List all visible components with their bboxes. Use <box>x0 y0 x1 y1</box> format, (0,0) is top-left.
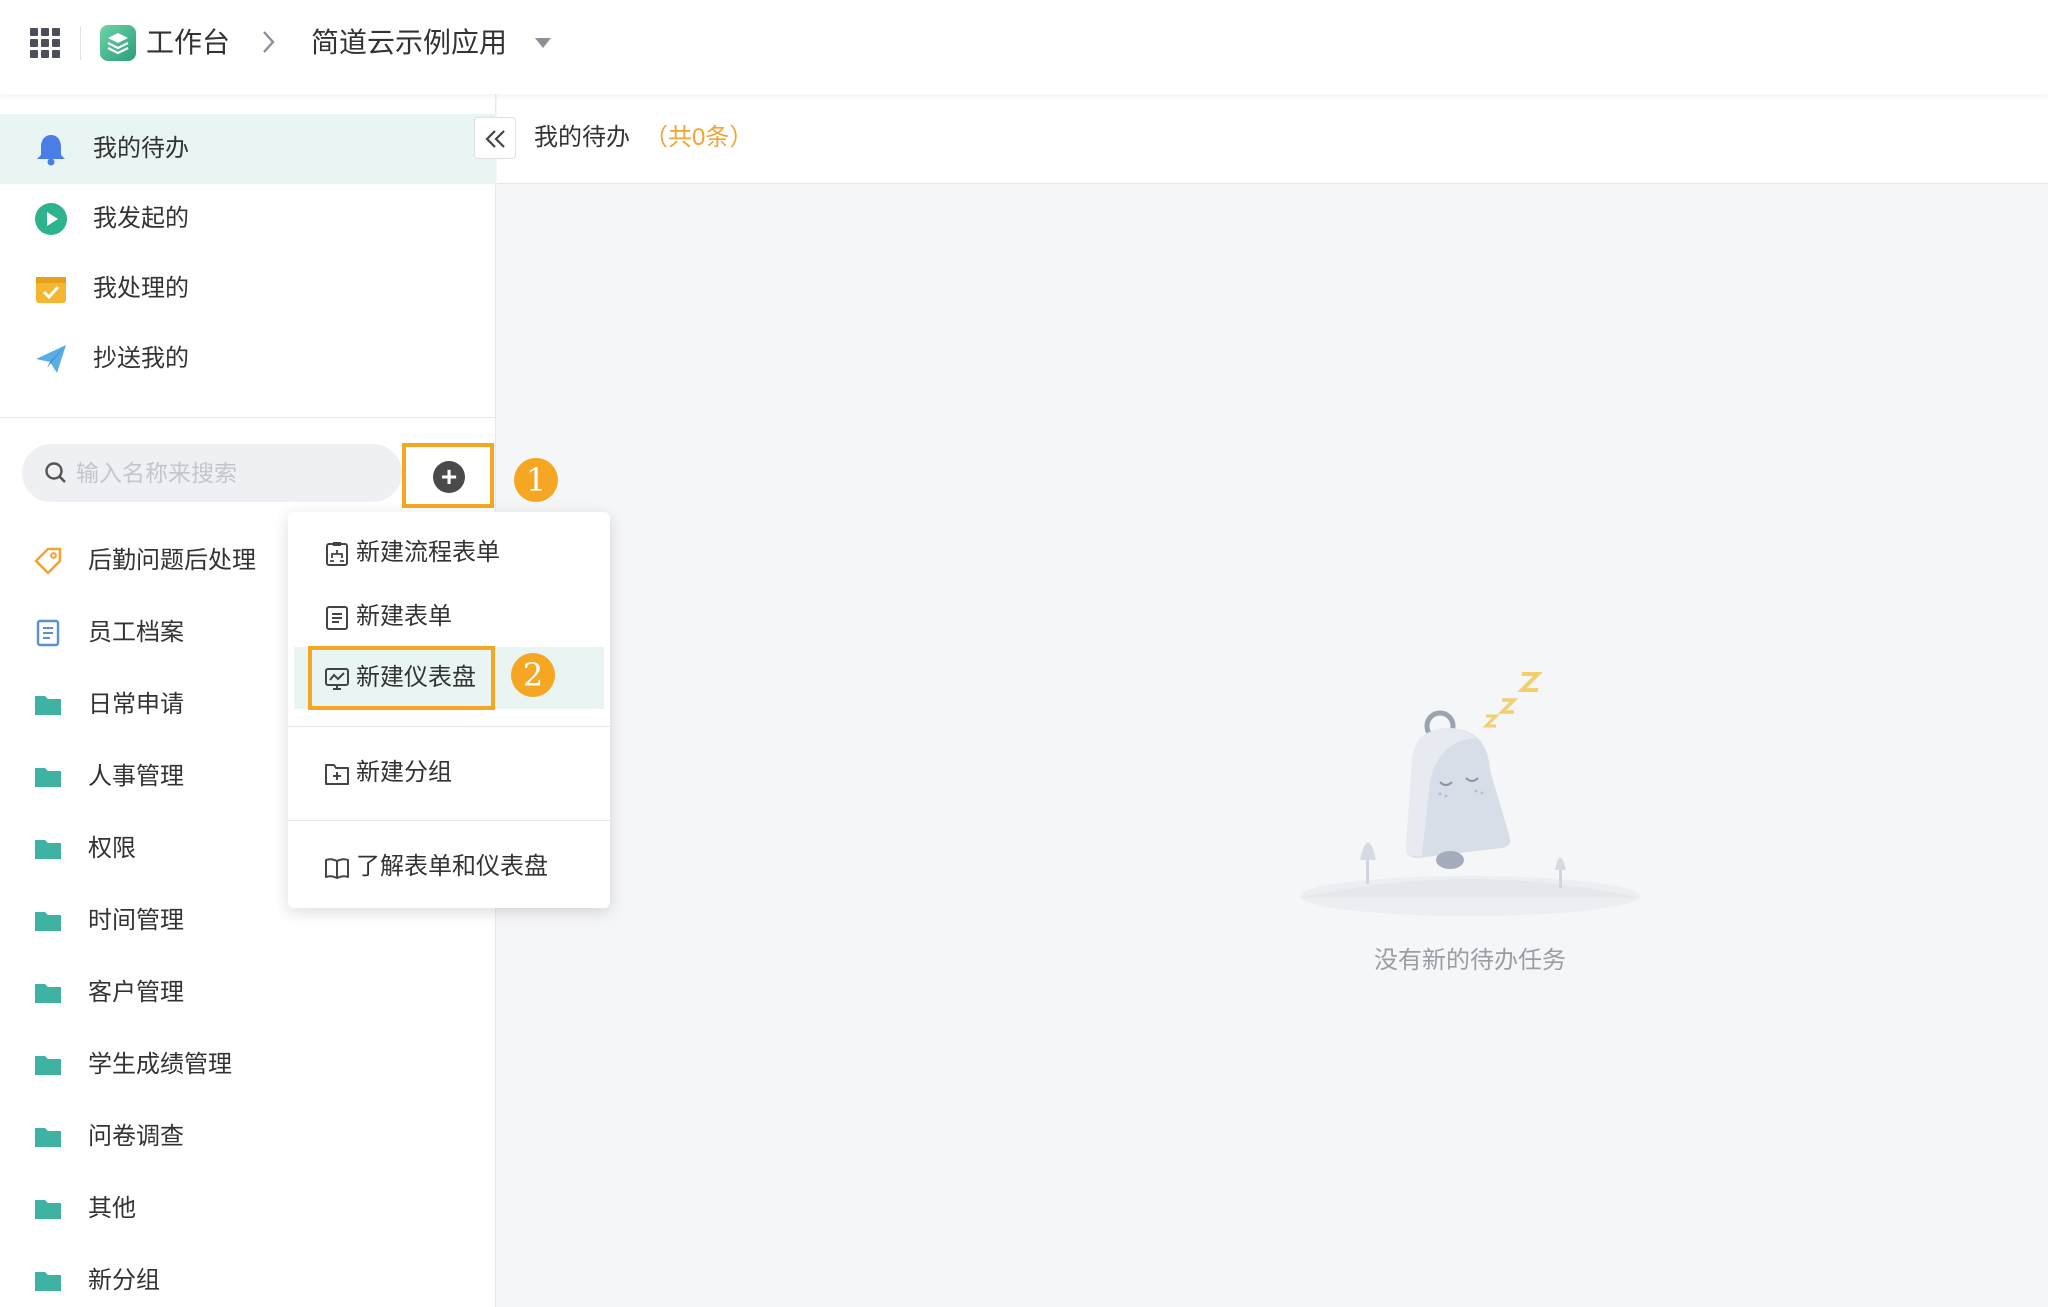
sidebar-item-label: 客户管理 <box>88 979 184 1006</box>
sidebar-item-label: 我的待办 <box>93 135 189 162</box>
sidebar-item-label: 我处理的 <box>93 275 189 302</box>
folder-icon <box>35 840 61 859</box>
bell-icon <box>37 135 65 166</box>
folder-icon <box>35 768 61 787</box>
sidebar-item-label: 日常申请 <box>88 691 184 718</box>
collapse-sidebar-button[interactable] <box>474 117 516 159</box>
folder-icon <box>35 1128 61 1147</box>
plus-icon: + <box>433 461 465 493</box>
sidebar-item-folder[interactable]: 其他 <box>0 1179 496 1239</box>
sidebar-item-label: 时间管理 <box>88 907 184 934</box>
divider <box>0 417 496 418</box>
sleeping-bell-illustration <box>1300 672 1640 916</box>
todo-count: （共0条） <box>644 124 754 151</box>
sidebar-item-label: 抄送我的 <box>93 345 189 372</box>
step-badge-1: 1 <box>514 458 558 502</box>
folder-icon <box>35 1056 61 1075</box>
sidebar-item-label: 权限 <box>88 835 136 862</box>
menu-item-label: 新建表单 <box>356 603 452 630</box>
sidebar-item-cc[interactable]: 抄送我的 <box>0 324 496 394</box>
play-circle-icon <box>35 203 67 235</box>
sidebar-item-folder[interactable]: 问卷调查 <box>0 1107 496 1167</box>
folder-icon <box>35 696 61 715</box>
page-title: 我的待办 <box>534 124 630 151</box>
add-button[interactable]: + <box>402 443 494 508</box>
flow-form-icon <box>326 542 348 566</box>
divider <box>288 820 610 821</box>
sidebar-item-label: 学生成绩管理 <box>88 1051 232 1078</box>
form-icon <box>36 619 60 647</box>
app-logo-icon[interactable] <box>100 25 136 61</box>
chevron-down-icon[interactable] <box>535 38 551 48</box>
search-input[interactable] <box>76 454 386 492</box>
folder-plus-icon <box>325 764 349 785</box>
sidebar-item-label: 我发起的 <box>93 205 189 232</box>
sidebar-item-label: 其他 <box>88 1195 136 1222</box>
search-icon <box>45 462 66 483</box>
book-icon <box>325 858 349 879</box>
menu-item-label: 了解表单和仪表盘 <box>356 853 548 880</box>
form-icon <box>326 606 348 630</box>
sidebar-item-label: 新分组 <box>88 1267 160 1294</box>
divider <box>288 726 610 727</box>
double-chevron-left-icon <box>485 130 505 148</box>
menu-item-label: 新建流程表单 <box>356 539 500 566</box>
breadcrumb-workspace[interactable]: 工作台 <box>146 24 230 62</box>
paper-plane-icon <box>36 345 66 373</box>
folder-icon <box>35 984 61 1003</box>
divider <box>80 26 81 60</box>
search-box[interactable] <box>22 444 402 502</box>
menu-item-label: 新建分组 <box>356 759 452 786</box>
sidebar-item-label: 人事管理 <box>88 763 184 790</box>
folder-icon <box>35 1200 61 1219</box>
folder-icon <box>35 912 61 931</box>
menu-item-new-group[interactable]: 新建分组 <box>294 742 604 804</box>
sidebar-item-label: 后勤问题后处理 <box>88 547 256 574</box>
chevron-right-icon <box>263 31 275 53</box>
menu-item-new-dashboard[interactable]: 新建仪表盘 <box>294 647 604 709</box>
sidebar-item-label: 员工档案 <box>88 619 184 646</box>
sidebar-item-folder[interactable]: 客户管理 <box>0 963 496 1023</box>
create-menu: 新建流程表单 新建表单 新建仪表盘 新建分组 了解表单和仪表盘 <box>288 512 610 908</box>
sidebar-item-folder[interactable]: 学生成绩管理 <box>0 1035 496 1095</box>
dashboard-icon <box>325 668 349 690</box>
apps-grid-icon[interactable] <box>30 28 60 58</box>
menu-item-new-flow-form[interactable]: 新建流程表单 <box>294 522 604 584</box>
folder-icon <box>35 1272 61 1291</box>
step-badge-2: 2 <box>511 653 555 697</box>
sidebar-item-initiated[interactable]: 我发起的 <box>0 184 496 254</box>
menu-item-new-form[interactable]: 新建表单 <box>294 586 604 648</box>
menu-item-learn-more[interactable]: 了解表单和仪表盘 <box>294 836 604 898</box>
tag-icon <box>34 547 62 575</box>
breadcrumb-app-name[interactable]: 简道云示例应用 <box>311 24 507 62</box>
sidebar-item-my-todo[interactable]: 我的待办 <box>0 114 496 184</box>
menu-item-label: 新建仪表盘 <box>356 664 476 691</box>
sidebar-item-handled[interactable]: 我处理的 <box>0 254 496 324</box>
sidebar-item-label: 问卷调查 <box>88 1123 184 1150</box>
empty-state-text: 没有新的待办任务 <box>1374 947 1566 974</box>
check-box-icon <box>36 277 66 303</box>
sidebar-item-folder[interactable]: 新分组 <box>0 1251 496 1307</box>
top-bar: 工作台 简道云示例应用 <box>0 0 2048 94</box>
